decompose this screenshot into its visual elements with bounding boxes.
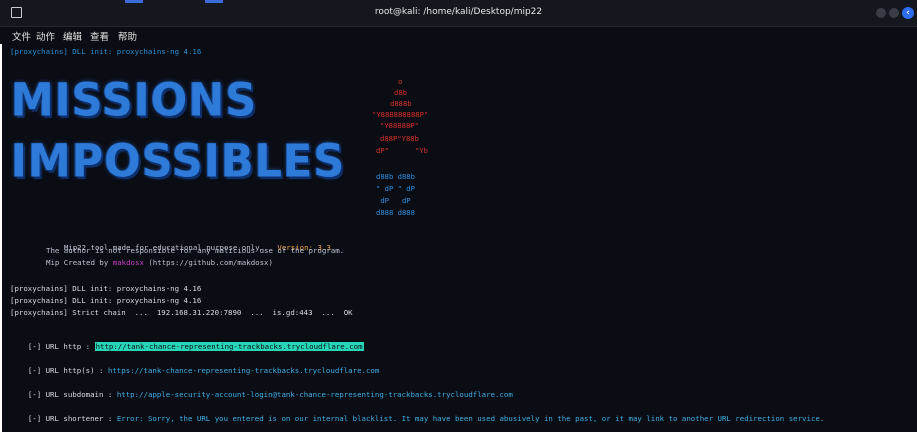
ascii-red-line: o	[398, 77, 403, 86]
minimize-button[interactable]	[876, 8, 886, 18]
logo-line-1: MISSIONS	[11, 74, 258, 128]
ascii-blue-line: dP dP	[376, 196, 411, 205]
proxy-line: [proxychains] DLL init: proxychains-ng 4…	[10, 296, 202, 305]
menu-item-edit[interactable]: 编辑	[63, 29, 82, 43]
url-subdomain-row: [-] URL subdomain : http://apple-securit…	[10, 381, 513, 408]
close-icon: ‹	[906, 8, 910, 18]
url-http-label: [-] URL http :	[27, 342, 95, 351]
ascii-red-line: "Y888888888P"	[372, 110, 429, 119]
url-shortener-row: [-] URL shortener : Error: Sorry, the UR…	[10, 405, 824, 432]
ascii-red-line: d888b	[390, 99, 412, 108]
title-bar: root@kali: /home/kali/Desktop/mip22 ‹	[0, 0, 917, 27]
menu-bar: 文件 动作 编辑 查看 帮助	[0, 27, 917, 44]
info-line-2: The author is not responsible for any ma…	[46, 246, 345, 255]
info-credit-prefix: Mip Created by	[46, 258, 113, 267]
ascii-blue-line: d88b d88b	[376, 172, 415, 181]
info-line-3: Mip Created by makdosx (https://github.c…	[46, 258, 273, 267]
proxychains-init-line: [proxychains] DLL init: proxychains-ng 4…	[10, 47, 202, 56]
menu-item-file[interactable]: 文件	[12, 29, 31, 43]
proxy-line: [proxychains] Strict chain ... 192.168.3…	[10, 308, 353, 317]
logo-line-2: IMPOSSIBLES	[11, 135, 346, 189]
top-strip	[125, 0, 143, 3]
ascii-blue-line: d888 d888	[376, 208, 415, 217]
menu-item-help[interactable]: 帮助	[118, 29, 137, 43]
menu-item-action[interactable]: 动作	[36, 29, 55, 43]
url-shortener-error: Error: Sorry, the URL you entered is on …	[116, 414, 825, 423]
ascii-red-line: d8b	[394, 88, 407, 97]
url-http-link[interactable]: http://tank-chance-representing-trackbac…	[94, 342, 364, 351]
left-edge	[0, 0, 2, 432]
info-credit-suffix: (https://github.com/makdosx)	[143, 258, 273, 267]
url-subdomain-link[interactable]: http://apple-security-account-login@tank…	[117, 390, 513, 399]
menu-item-view[interactable]: 查看	[90, 29, 109, 43]
ascii-red-line: "Y88888P"	[380, 121, 419, 130]
proxy-line: [proxychains] DLL init: proxychains-ng 4…	[10, 284, 202, 293]
info-author: makdosx	[112, 258, 144, 267]
url-shortener-label: [-] URL shortener :	[27, 414, 117, 423]
close-button[interactable]: ‹	[902, 7, 914, 19]
url-http-row: [-] URL http : http://tank-chance-repres…	[10, 333, 364, 360]
url-https-link[interactable]: https://tank-chance-representing-trackba…	[108, 366, 379, 375]
url-https-row: [-] URL http(s) : https://tank-chance-re…	[10, 357, 380, 384]
ascii-red-line: d88P"Y88b	[380, 134, 419, 143]
window-title: root@kali: /home/kali/Desktop/mip22	[374, 7, 543, 17]
top-strip	[205, 0, 223, 3]
url-subdomain-label: [-] URL subdomain :	[27, 390, 117, 399]
maximize-button[interactable]	[889, 8, 899, 18]
ascii-blue-line: " dP " dP	[376, 184, 415, 193]
ascii-red-line: dP" "Yb	[376, 146, 428, 155]
url-https-label: [-] URL http(s) :	[27, 366, 108, 375]
